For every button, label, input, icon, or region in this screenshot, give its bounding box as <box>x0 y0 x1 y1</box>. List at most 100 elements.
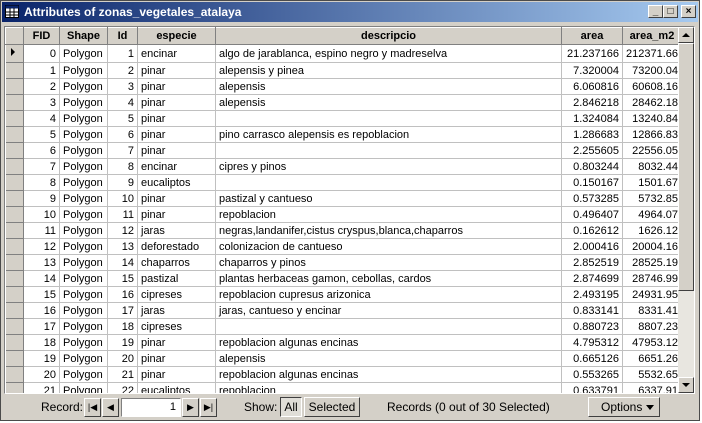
cell-area-m2[interactable]: 73200.04 <box>622 62 682 79</box>
cell-area-m2[interactable]: 1501.67 <box>622 174 682 191</box>
cell-area-m2[interactable]: 6337.91 <box>622 382 682 393</box>
cell-area-m2[interactable]: 8032.44 <box>622 158 682 175</box>
row-selector[interactable] <box>5 270 24 287</box>
row-selector[interactable] <box>5 158 24 175</box>
cell-area-m2[interactable]: 28462.18 <box>622 94 682 111</box>
table-row[interactable]: 2 Polygon 3 pinar alepensis 6.060816 60608.16 <box>5 78 682 95</box>
cell-id[interactable]: 18 <box>107 318 138 335</box>
cell-id[interactable]: 2 <box>107 62 138 79</box>
cell-fid[interactable]: 6 <box>23 142 60 159</box>
cell-shape[interactable]: Polygon <box>59 190 108 207</box>
row-selector[interactable] <box>5 222 24 239</box>
cell-fid[interactable]: 13 <box>23 254 60 271</box>
cell-especie[interactable]: pinar <box>137 62 216 79</box>
column-header-shape[interactable]: Shape <box>59 27 108 45</box>
cell-descripcio[interactable]: repoblacion algunas encinas <box>215 334 562 351</box>
cell-area[interactable]: 2.852519 <box>561 254 623 271</box>
cell-id[interactable]: 11 <box>107 206 138 223</box>
table-row[interactable]: 7 Polygon 8 encinar cipres y pinos 0.803244 80… <box>5 158 682 175</box>
next-record-button[interactable]: ▶ <box>182 398 199 417</box>
cell-fid[interactable]: 9 <box>23 190 60 207</box>
cell-area-m2[interactable]: 5732.85 <box>622 190 682 207</box>
cell-shape[interactable]: Polygon <box>59 334 108 351</box>
cell-shape[interactable]: Polygon <box>59 254 108 271</box>
cell-shape[interactable]: Polygon <box>59 126 108 143</box>
cell-area[interactable]: 0.633791 <box>561 382 623 393</box>
cell-especie[interactable]: eucaliptos <box>137 174 216 191</box>
record-number-input[interactable]: 1 <box>121 398 181 417</box>
cell-area[interactable]: 0.880723 <box>561 318 623 335</box>
cell-area[interactable]: 2.255605 <box>561 142 623 159</box>
cell-area[interactable]: 0.833141 <box>561 302 623 319</box>
cell-descripcio[interactable] <box>215 110 562 127</box>
cell-especie[interactable]: cipreses <box>137 318 216 335</box>
cell-id[interactable]: 12 <box>107 222 138 239</box>
row-selector[interactable] <box>5 62 24 79</box>
row-selector[interactable] <box>5 302 24 319</box>
cell-fid[interactable]: 11 <box>23 222 60 239</box>
cell-fid[interactable]: 15 <box>23 286 60 303</box>
row-selector[interactable] <box>5 254 24 271</box>
cell-area-m2[interactable]: 24931.95 <box>622 286 682 303</box>
row-selector[interactable] <box>5 350 24 367</box>
row-selector[interactable] <box>5 110 24 127</box>
cell-descripcio[interactable]: cipres y pinos <box>215 158 562 175</box>
cell-id[interactable]: 1 <box>107 44 138 63</box>
cell-area[interactable]: 0.573285 <box>561 190 623 207</box>
column-header-area-m2[interactable]: area_m2 <box>622 27 682 45</box>
row-selector[interactable] <box>5 78 24 95</box>
cell-area[interactable]: 0.803244 <box>561 158 623 175</box>
cell-especie[interactable]: cipreses <box>137 286 216 303</box>
cell-shape[interactable]: Polygon <box>59 382 108 393</box>
cell-shape[interactable]: Polygon <box>59 62 108 79</box>
cell-area[interactable]: 2.493195 <box>561 286 623 303</box>
row-selector[interactable] <box>5 318 24 335</box>
cell-shape[interactable]: Polygon <box>59 350 108 367</box>
cell-id[interactable]: 22 <box>107 382 138 393</box>
cell-shape[interactable]: Polygon <box>59 302 108 319</box>
cell-id[interactable]: 21 <box>107 366 138 383</box>
cell-especie[interactable]: pinar <box>137 142 216 159</box>
cell-id[interactable]: 5 <box>107 110 138 127</box>
cell-especie[interactable]: pinar <box>137 366 216 383</box>
cell-area[interactable]: 0.496407 <box>561 206 623 223</box>
cell-id[interactable]: 10 <box>107 190 138 207</box>
cell-area[interactable]: 0.162612 <box>561 222 623 239</box>
cell-fid[interactable]: 2 <box>23 78 60 95</box>
row-selector-header[interactable] <box>5 27 24 45</box>
cell-shape[interactable]: Polygon <box>59 270 108 287</box>
cell-especie[interactable]: deforestado <box>137 238 216 255</box>
cell-descripcio[interactable]: alepensis <box>215 94 562 111</box>
cell-area-m2[interactable]: 1626.12 <box>622 222 682 239</box>
cell-especie[interactable]: pinar <box>137 206 216 223</box>
column-header-especie[interactable]: especie <box>137 27 216 45</box>
cell-especie[interactable]: pinar <box>137 94 216 111</box>
row-selector[interactable] <box>5 174 24 191</box>
cell-fid[interactable]: 0 <box>23 44 60 63</box>
cell-area[interactable]: 6.060816 <box>561 78 623 95</box>
last-record-button[interactable]: ▶| <box>200 398 217 417</box>
cell-id[interactable]: 20 <box>107 350 138 367</box>
table-row[interactable]: 19 Polygon 20 pinar alepensis 0.665126 6651.26 <box>5 350 682 367</box>
row-selector[interactable] <box>5 366 24 383</box>
row-selector[interactable] <box>5 142 24 159</box>
cell-shape[interactable]: Polygon <box>59 366 108 383</box>
scroll-down-button[interactable] <box>678 377 694 393</box>
table-row[interactable]: 20 Polygon 21 pinar repoblacion algunas enci… <box>5 366 682 383</box>
title-bar[interactable]: Attributes of zonas_vegetales_atalaya _ … <box>2 2 698 22</box>
cell-especie[interactable]: chaparros <box>137 254 216 271</box>
vertical-scrollbar[interactable] <box>678 27 694 393</box>
cell-especie[interactable]: pinar <box>137 110 216 127</box>
cell-especie[interactable]: encinar <box>137 44 216 63</box>
cell-area-m2[interactable]: 6651.26 <box>622 350 682 367</box>
first-record-button[interactable]: |◀ <box>84 398 101 417</box>
cell-descripcio[interactable]: colonizacion de cantueso <box>215 238 562 255</box>
cell-area-m2[interactable]: 8331.41 <box>622 302 682 319</box>
table-row[interactable]: 5 Polygon 6 pinar pino carrasco alepensis es… <box>5 126 682 143</box>
cell-fid[interactable]: 16 <box>23 302 60 319</box>
cell-descripcio[interactable]: negras,landanifer,cistus cryspus,blanca,… <box>215 222 562 239</box>
cell-descripcio[interactable]: repoblacion <box>215 206 562 223</box>
cell-shape[interactable]: Polygon <box>59 222 108 239</box>
cell-id[interactable]: 4 <box>107 94 138 111</box>
cell-descripcio[interactable]: algo de jarablanca, espino negro y madre… <box>215 44 562 63</box>
